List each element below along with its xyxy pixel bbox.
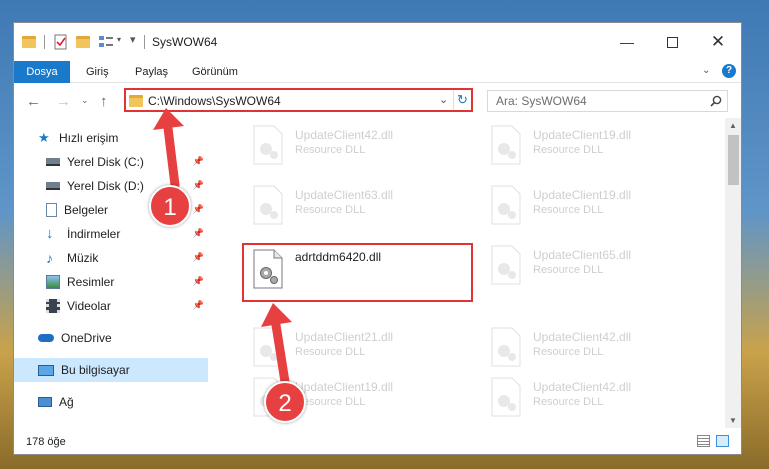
arrow-head: [261, 303, 292, 327]
arrow-to-file: [271, 320, 291, 393]
step-1-badge: 1: [149, 185, 191, 227]
arrow-head: [153, 108, 184, 130]
arrow-to-address-bar: [163, 123, 180, 190]
annotation-arrows: [153, 108, 292, 393]
step-2-badge: 2: [264, 381, 306, 423]
